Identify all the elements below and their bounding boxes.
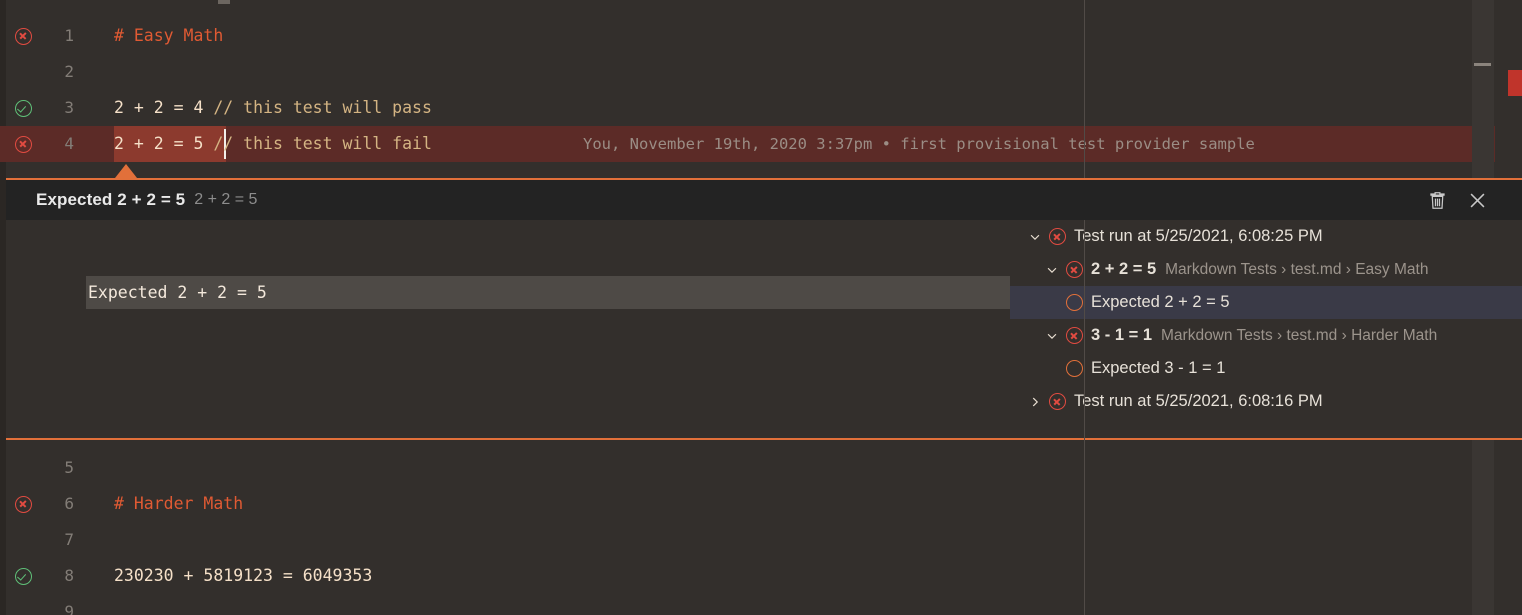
line-number: 8	[40, 558, 74, 594]
code-line-5[interactable]: 5	[0, 450, 1495, 486]
line-number: 5	[40, 450, 74, 486]
peek-view-actions	[1424, 187, 1512, 213]
code-text-line-4: 2 + 2 = 5 // this test will fail	[114, 126, 432, 162]
code-text-line-1: # Easy Math	[114, 18, 223, 54]
test-status-icon-line-8[interactable]	[10, 558, 36, 594]
test-failed-icon	[1066, 327, 1083, 344]
test-failed-icon	[15, 28, 32, 45]
tree-row[interactable]: 2 + 2 = 5 Markdown Tests › test.md › Eas…	[1010, 253, 1522, 286]
tree-row[interactable]: Test run at 5/25/2021, 6:08:16 PM	[1010, 385, 1522, 418]
line-number: 9	[40, 594, 74, 615]
peek-view-arrow	[115, 164, 137, 178]
code-line-1[interactable]: 1 # Easy Math	[0, 18, 1495, 54]
editor-vertical-ruler-overlay	[1084, 220, 1085, 440]
peek-view-title: Expected 2 + 2 = 5	[36, 190, 185, 210]
line-number: 6	[40, 486, 74, 522]
tree-row-label: 3 - 1 = 1	[1091, 326, 1152, 345]
tree-row-label: Test run at 5/25/2021, 6:08:25 PM	[1074, 227, 1323, 246]
test-status-icon-line-6[interactable]	[10, 486, 36, 522]
tree-row-label: 2 + 2 = 5	[1091, 260, 1156, 279]
test-status-icon-line-1[interactable]	[10, 18, 36, 54]
test-failed-icon	[1049, 393, 1066, 410]
test-failed-icon	[1049, 228, 1066, 245]
overview-error-mark	[1508, 70, 1522, 96]
test-status-icon-line-3[interactable]	[10, 90, 36, 126]
test-status-icon	[1063, 253, 1085, 286]
chevron-right-icon[interactable]	[1024, 385, 1046, 418]
failure-message-text: Expected 2 + 2 = 5	[86, 283, 267, 302]
test-status-icon	[1063, 286, 1085, 319]
tree-row-label: Test run at 5/25/2021, 6:08:16 PM	[1074, 392, 1323, 411]
code-text-line-3: 2 + 2 = 4 // this test will pass	[114, 90, 432, 126]
code-token-expression: 2 + 2 = 4	[114, 98, 213, 117]
test-failed-icon	[15, 496, 32, 513]
test-status-icon	[1063, 319, 1085, 352]
close-icon	[1468, 191, 1487, 210]
test-status-icon	[1046, 385, 1068, 418]
chevron-down-icon[interactable]	[1024, 220, 1046, 253]
line-number: 1	[40, 18, 74, 54]
chevron-down-icon[interactable]	[1041, 319, 1063, 352]
peek-view-subtitle: 2 + 2 = 5	[194, 191, 257, 209]
clear-all-results-button[interactable]	[1424, 187, 1450, 213]
line-number: 2	[40, 54, 74, 90]
line-number: 3	[40, 90, 74, 126]
test-failed-icon	[1066, 360, 1083, 377]
test-results-tree[interactable]: Test run at 5/25/2021, 6:08:25 PM 2 + 2 …	[1010, 220, 1522, 438]
code-line-2[interactable]: 2	[0, 54, 1495, 90]
tree-row-label: Expected 3 - 1 = 1	[1091, 359, 1225, 378]
minimap-line	[1474, 63, 1491, 66]
vscode-editor-window: 1 # Easy Math 2 3 2 + 2 = 4 // this test…	[0, 0, 1522, 615]
tree-row[interactable]: Expected 3 - 1 = 1	[1010, 352, 1522, 385]
code-line-9[interactable]: 9	[0, 594, 1495, 615]
test-status-icon	[1046, 220, 1068, 253]
tree-row-label: Expected 2 + 2 = 5	[1091, 293, 1230, 312]
peek-message-pane[interactable]: Expected 2 + 2 = 5	[6, 220, 1010, 438]
test-failed-icon	[1066, 294, 1083, 311]
test-status-icon-line-4[interactable]	[10, 126, 36, 162]
line-number: 4	[40, 126, 74, 162]
code-line-3[interactable]: 3 2 + 2 = 4 // this test will pass	[0, 90, 1495, 126]
line-number: 7	[40, 522, 74, 558]
peek-view-body: Expected 2 + 2 = 5 Test run at 5/25/2021…	[6, 220, 1522, 438]
test-failed-icon	[15, 136, 32, 153]
tree-row-description: Markdown Tests › test.md › Easy Math	[1165, 261, 1428, 279]
code-token-comment: // this test will pass	[213, 98, 432, 117]
code-token-comment: // this test will fail	[213, 134, 432, 153]
test-passed-icon	[15, 568, 32, 585]
failure-message-row: Expected 2 + 2 = 5	[86, 276, 1010, 309]
chevron-down-icon[interactable]	[1041, 253, 1063, 286]
test-results-peek-view: Expected 2 + 2 = 5 2 + 2 = 5	[6, 178, 1522, 440]
trash-icon	[1428, 191, 1447, 210]
code-text-line-6: # Harder Math	[114, 486, 243, 522]
test-status-icon	[1063, 352, 1085, 385]
code-text-line-8: 230230 + 5819123 = 6049353	[114, 558, 372, 594]
code-line-6[interactable]: 6 # Harder Math	[0, 486, 1495, 522]
tree-row[interactable]: Expected 2 + 2 = 5	[1010, 286, 1522, 319]
clipped-text-fragment	[218, 0, 230, 4]
code-line-8[interactable]: 8 230230 + 5819123 = 6049353	[0, 558, 1495, 594]
code-line-7[interactable]: 7	[0, 522, 1495, 558]
tree-row[interactable]: Test run at 5/25/2021, 6:08:25 PM	[1010, 220, 1522, 253]
test-passed-icon	[15, 100, 32, 117]
code-token-expression: 2 + 2 = 5	[114, 134, 213, 153]
tree-row[interactable]: 3 - 1 = 1 Markdown Tests › test.md › Har…	[1010, 319, 1522, 352]
tree-row-description: Markdown Tests › test.md › Harder Math	[1161, 327, 1437, 345]
code-line-4[interactable]: 4 2 + 2 = 5 // this test will fail You, …	[0, 126, 1495, 162]
inline-blame-annotation[interactable]: You, November 19th, 2020 3:37pm • first …	[583, 126, 1255, 162]
close-peek-button[interactable]	[1464, 187, 1490, 213]
test-failed-icon	[1066, 261, 1083, 278]
peek-view-header: Expected 2 + 2 = 5 2 + 2 = 5	[6, 180, 1522, 220]
